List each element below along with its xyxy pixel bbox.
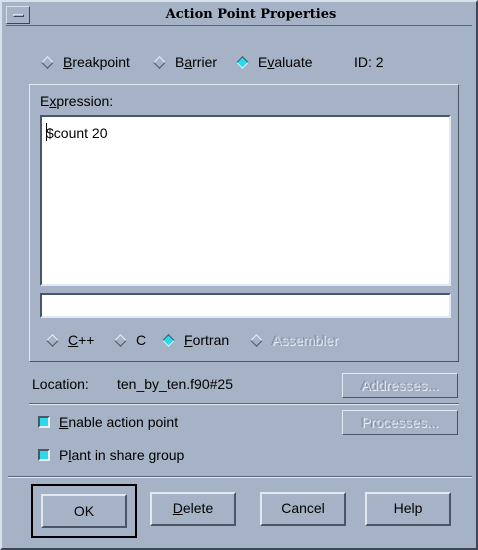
button-bar-divider xyxy=(8,476,472,478)
delete-label-rest: elete xyxy=(182,500,214,516)
checkbox-checked-icon xyxy=(38,416,50,428)
language-cpp-radio[interactable]: C++ xyxy=(45,332,94,348)
radio-diamond-icon xyxy=(114,333,127,347)
ok-button[interactable]: OK xyxy=(41,494,127,528)
plant-in-share-group-checkbox[interactable]: Plant in share group xyxy=(38,447,184,463)
window-frame-left xyxy=(2,22,8,540)
checkbox-checked-icon xyxy=(38,449,50,461)
barrier-radio[interactable]: Barrier xyxy=(152,54,217,70)
barrier-label-rest: rrier xyxy=(192,54,218,70)
cpp-label: C++ xyxy=(68,332,94,348)
action-point-properties-dialog: Action Point Properties Breakpoint Barri… xyxy=(0,0,478,550)
breakpoint-label-rest: reakpoint xyxy=(72,54,130,70)
fortran-label: Fortran xyxy=(184,332,229,348)
id-label: ID: 2 xyxy=(354,54,384,70)
expression-group: Expression: $count 20 C++ C Fortran Asse… xyxy=(29,84,459,362)
expression-text: $count 20 xyxy=(46,125,108,141)
radio-diamond-selected-icon xyxy=(236,55,249,69)
enable-action-point-checkbox[interactable]: Enable action point xyxy=(38,414,178,430)
window-menu-button[interactable] xyxy=(6,6,30,24)
radio-diamond-icon xyxy=(153,55,166,69)
delete-button[interactable]: Delete xyxy=(150,492,236,526)
plant-label-rest: ant in share group xyxy=(71,447,185,463)
expression-secondary-field[interactable] xyxy=(40,293,451,318)
radio-diamond-selected-icon xyxy=(162,333,175,347)
help-button[interactable]: Help xyxy=(365,492,451,526)
breakpoint-radio[interactable]: Breakpoint xyxy=(40,54,130,70)
radio-diamond-icon xyxy=(46,333,59,347)
plant-label: Plant in share group xyxy=(59,447,184,463)
location-label: Location: xyxy=(32,376,89,392)
plant-label-pre: P xyxy=(59,447,69,463)
expression-label-rest: pression: xyxy=(56,93,114,109)
location-value: ten_by_ten.f90#25 xyxy=(117,376,233,392)
fortran-label-rest: ortran xyxy=(192,332,230,348)
cpp-label-rest: ++ xyxy=(78,332,95,348)
window-menu-icon xyxy=(13,14,24,17)
default-button-ring: OK xyxy=(31,484,137,538)
title-bar[interactable]: Action Point Properties xyxy=(6,6,472,26)
processes-button-label: Processes... xyxy=(361,414,439,430)
evaluate-label: Evaluate xyxy=(258,54,313,70)
expression-label-pre: E xyxy=(40,93,50,109)
processes-button: Processes... xyxy=(342,410,458,435)
barrier-label: Barrier xyxy=(175,54,217,70)
barrier-mnemonic: a xyxy=(184,54,193,70)
cancel-button[interactable]: Cancel xyxy=(260,492,346,526)
language-assembler-radio: Assembler xyxy=(249,332,338,348)
breakpoint-label: Breakpoint xyxy=(63,54,130,70)
c-label: C xyxy=(136,332,147,348)
evaluate-radio[interactable]: Evaluate xyxy=(235,54,313,70)
delete-mnemonic: D xyxy=(172,500,183,516)
radio-diamond-icon xyxy=(250,333,263,347)
barrier-label-pre: B xyxy=(175,54,185,70)
expression-textarea[interactable]: $count 20 xyxy=(40,115,451,286)
expression-label: Expression: xyxy=(40,93,113,109)
fortran-mnemonic: F xyxy=(184,332,193,348)
text-cursor xyxy=(46,123,47,141)
window-title: Action Point Properties xyxy=(165,7,337,22)
language-fortran-radio[interactable]: Fortran xyxy=(161,332,229,348)
enable-label-rest: nable action point xyxy=(68,414,179,430)
enable-label: Enable action point xyxy=(59,414,178,430)
assembler-label: Assembler xyxy=(272,332,339,348)
addresses-button: Addresses... xyxy=(342,373,458,398)
enable-mnemonic: E xyxy=(59,414,69,430)
cpp-mnemonic: C xyxy=(68,332,79,348)
divider xyxy=(29,403,459,405)
evaluate-label-pre: E xyxy=(258,54,268,70)
evaluate-label-rest: aluate xyxy=(274,54,313,70)
breakpoint-mnemonic: B xyxy=(63,54,73,70)
addresses-button-label: Addresses... xyxy=(361,377,439,393)
radio-diamond-icon xyxy=(41,55,54,69)
language-c-radio[interactable]: C xyxy=(113,332,146,348)
